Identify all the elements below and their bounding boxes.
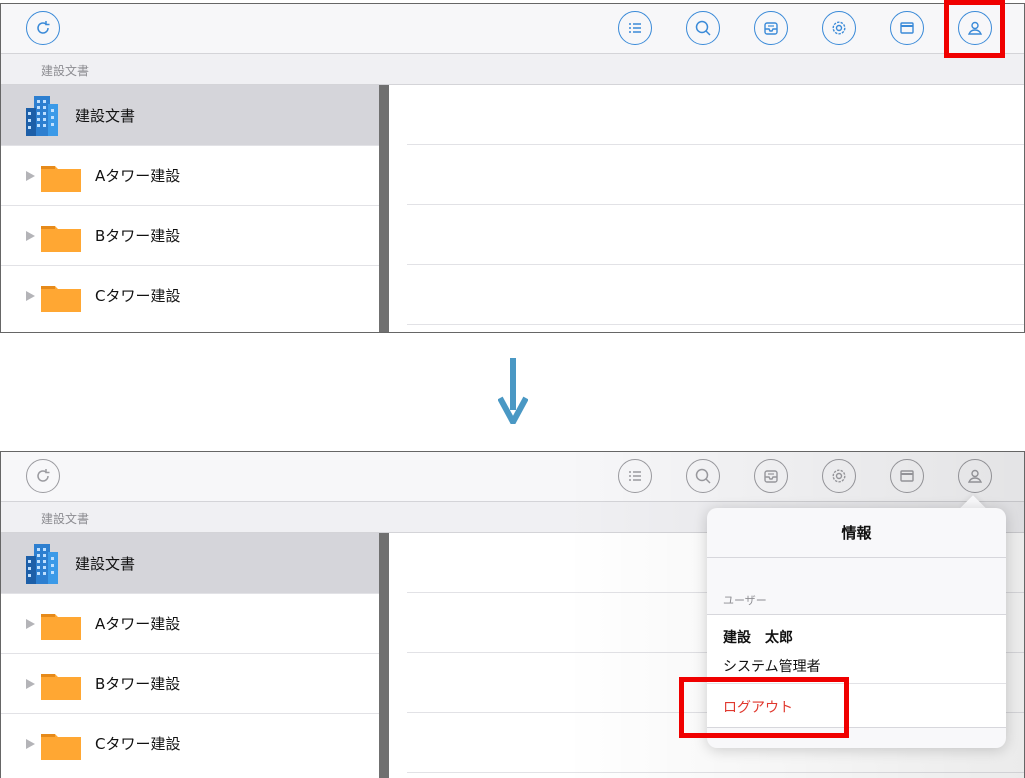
user-button[interactable] — [958, 459, 992, 493]
tree-root[interactable]: 建設文書 — [1, 533, 379, 593]
toolbar — [1, 452, 1024, 502]
search-icon — [695, 468, 711, 484]
toolbar — [1, 4, 1024, 54]
gear-icon — [832, 469, 846, 483]
tree-item-label: Cタワー建設 — [95, 735, 181, 753]
refresh-button[interactable] — [26, 459, 60, 493]
tree-root-label: 建設文書 — [75, 555, 136, 573]
tree-item-label: Aタワー建設 — [95, 615, 181, 633]
inbox-button[interactable] — [754, 11, 788, 45]
inbox-icon — [764, 22, 778, 35]
list-button[interactable] — [618, 459, 652, 493]
refresh-icon — [37, 21, 50, 34]
disclosure-triangle-icon[interactable] — [26, 619, 35, 629]
building-icon — [26, 96, 58, 136]
inbox-icon — [764, 470, 778, 483]
window-icon — [900, 470, 914, 482]
folder-icon — [41, 614, 81, 640]
row-separator — [407, 264, 1024, 265]
search-icon — [695, 20, 711, 36]
content-list — [407, 85, 1024, 332]
user-section-label: ユーザー — [723, 594, 767, 607]
folder-tree: 建設文書 Aタワー建設 Bタワー建設 Cタワー建設 — [1, 85, 379, 332]
disclosure-triangle-icon[interactable] — [26, 739, 35, 749]
breadcrumb: 建設文書 — [1, 54, 1024, 85]
logout-highlight — [679, 677, 849, 738]
user-role: システム管理者 — [723, 659, 821, 675]
split-divider[interactable] — [379, 85, 389, 332]
tree-item-c[interactable]: Cタワー建設 — [1, 713, 379, 773]
list-icon — [629, 23, 641, 33]
list-button[interactable] — [618, 11, 652, 45]
app-window-before: 建設文書 建設文書 Aタワー建設 Bタワー建設 Cタワー建設 — [0, 3, 1025, 333]
window-button[interactable] — [890, 459, 924, 493]
user-icon — [967, 469, 983, 483]
breadcrumb-label: 建設文書 — [41, 64, 90, 78]
tree-root[interactable]: 建設文書 — [1, 85, 379, 145]
user-button-highlight — [944, 0, 1005, 58]
folder-icon — [41, 166, 81, 192]
row-separator — [407, 324, 1024, 325]
disclosure-triangle-icon[interactable] — [26, 679, 35, 689]
tree-item-b[interactable]: Bタワー建設 — [1, 205, 379, 265]
user-name: 建設 太郎 — [723, 630, 793, 646]
folder-icon — [41, 674, 81, 700]
building-icon — [26, 544, 58, 584]
tree-item-label: Cタワー建設 — [95, 287, 181, 305]
row-separator — [407, 144, 1024, 145]
tree-item-a[interactable]: Aタワー建設 — [1, 593, 379, 653]
tree-item-b[interactable]: Bタワー建設 — [1, 653, 379, 713]
window-icon — [900, 22, 914, 34]
disclosure-triangle-icon[interactable] — [26, 291, 35, 301]
tree-item-label: Aタワー建設 — [95, 167, 181, 185]
tree-item-c[interactable]: Cタワー建設 — [1, 265, 379, 325]
refresh-button[interactable] — [26, 11, 60, 45]
settings-button[interactable] — [822, 11, 856, 45]
tree-item-label: Bタワー建設 — [95, 227, 181, 245]
split-divider[interactable] — [379, 533, 389, 778]
search-button[interactable] — [686, 459, 720, 493]
gear-icon — [832, 21, 846, 35]
window-button[interactable] — [890, 11, 924, 45]
search-button[interactable] — [686, 11, 720, 45]
refresh-icon — [37, 469, 50, 482]
user-info-cell: 建設 太郎 システム管理者 — [707, 614, 1006, 684]
folder-tree: 建設文書 Aタワー建設 Bタワー建設 Cタワー建設 — [1, 533, 379, 778]
list-icon — [629, 471, 641, 481]
folder-icon — [41, 286, 81, 312]
row-separator — [407, 204, 1024, 205]
popover-title: 情報 — [707, 508, 1006, 558]
inbox-button[interactable] — [754, 459, 788, 493]
down-arrow-icon — [498, 358, 528, 424]
settings-button[interactable] — [822, 459, 856, 493]
tree-item-label: Bタワー建設 — [95, 675, 181, 693]
disclosure-triangle-icon[interactable] — [26, 171, 35, 181]
row-separator — [407, 772, 1024, 773]
disclosure-triangle-icon[interactable] — [26, 231, 35, 241]
folder-icon — [41, 734, 81, 760]
breadcrumb-label: 建設文書 — [41, 512, 90, 526]
folder-icon — [41, 226, 81, 252]
tree-item-a[interactable]: Aタワー建設 — [1, 145, 379, 205]
tree-root-label: 建設文書 — [75, 107, 136, 125]
